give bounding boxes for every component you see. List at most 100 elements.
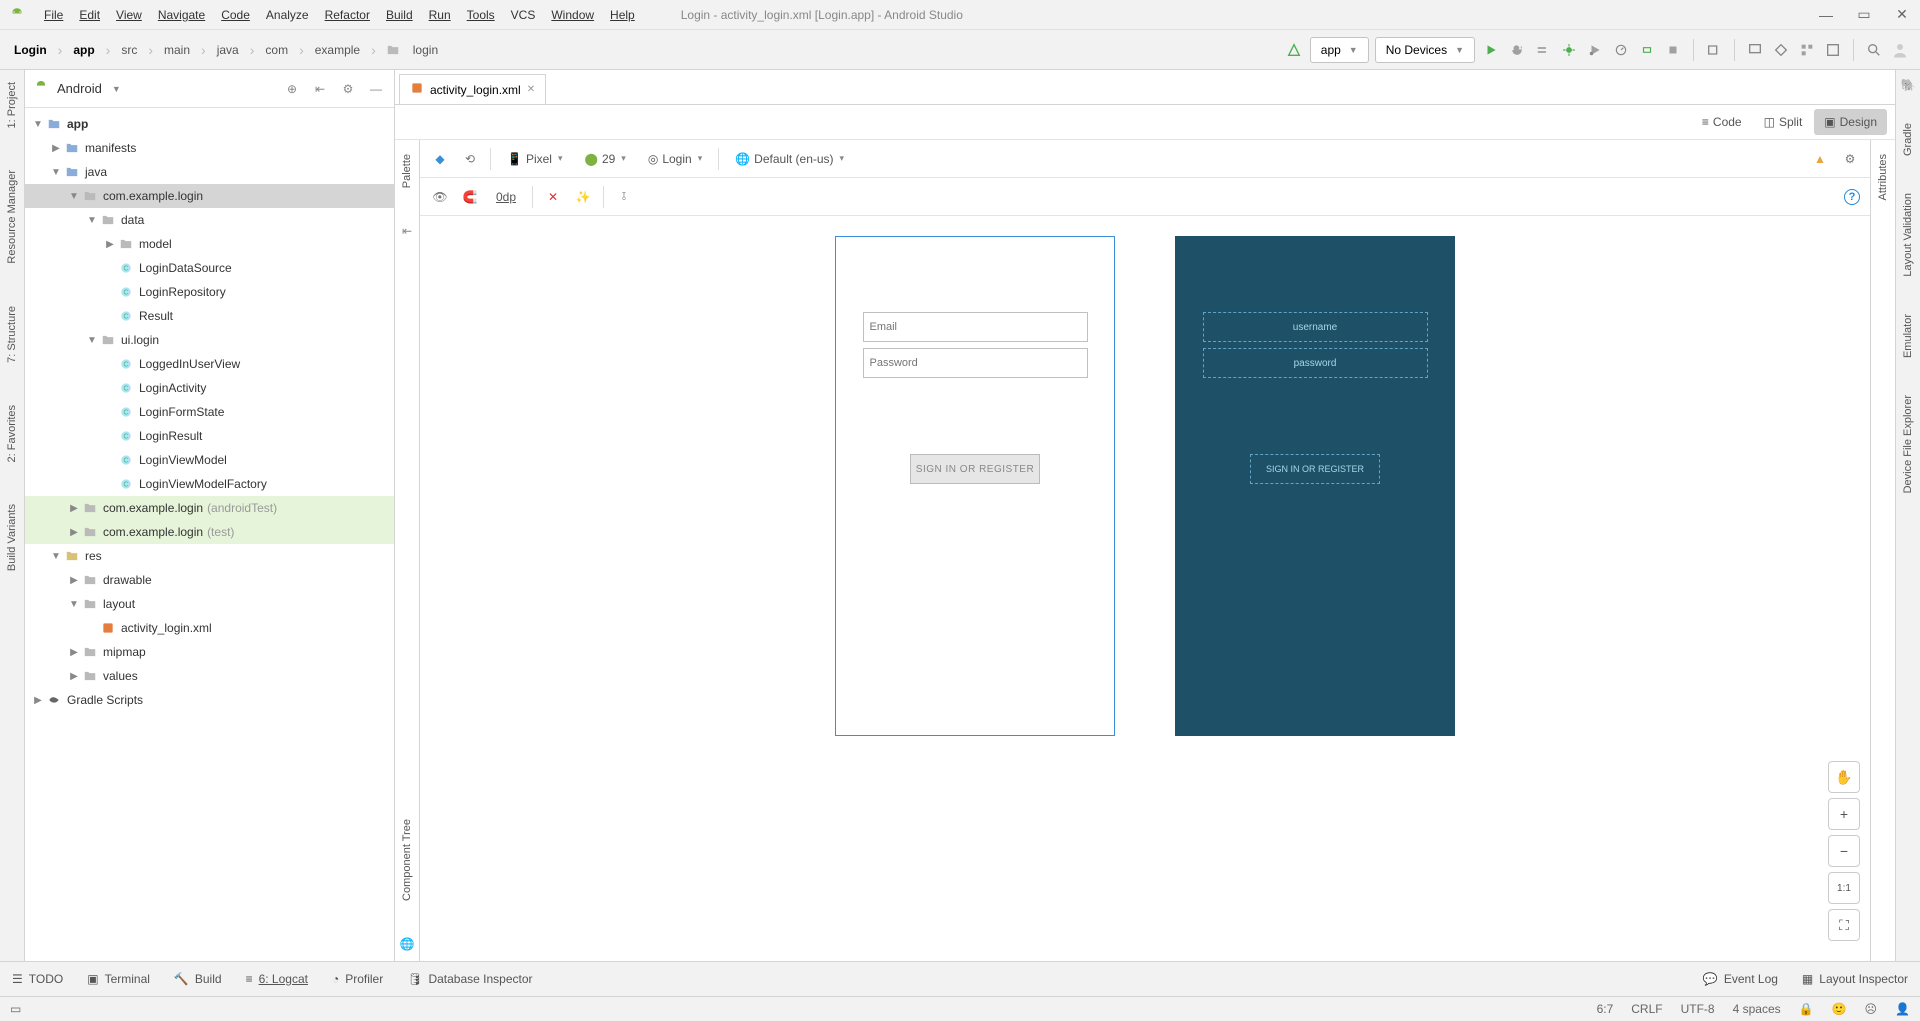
component-tree-tab[interactable]: Component Tree (401, 813, 413, 907)
tree-node-layout[interactable]: ▼layout (25, 592, 394, 616)
tool-database-inspector[interactable]: 🛢 Database Inspector (407, 972, 532, 986)
menu-run[interactable]: Run (423, 6, 457, 24)
coverage-icon[interactable] (1585, 40, 1605, 60)
tree-node-ui-login[interactable]: ▼ui.login (25, 328, 394, 352)
blueprint-username-field[interactable]: username (1203, 312, 1428, 342)
attributes-filter-icon[interactable]: ⚙ (1840, 149, 1860, 169)
tree-node-pkg-androidtest[interactable]: ▶com.example.login(androidTest) (25, 496, 394, 520)
tool-event-log[interactable]: 💬 Event Log (1703, 972, 1778, 986)
tree-node-loginformstate[interactable]: CLoginFormState (25, 400, 394, 424)
zoom-fit-button[interactable]: ⛶ (1828, 909, 1860, 941)
tool-favorites[interactable]: 2: Favorites (6, 399, 18, 468)
readonly-lock-icon[interactable]: 🔒 (1799, 1002, 1814, 1016)
tree-node-pkg-main[interactable]: ▼com.example.login (25, 184, 394, 208)
view-mode-code[interactable]: ≡Code (1692, 109, 1752, 135)
tree-node-app[interactable]: ▼app (25, 112, 394, 136)
zoom-in-button[interactable]: + (1828, 798, 1860, 830)
happy-face-icon[interactable]: 🙂 (1832, 1002, 1847, 1016)
menu-vcs[interactable]: VCS (505, 6, 542, 24)
run-configuration-dropdown[interactable]: app▼ (1310, 37, 1369, 63)
debug-icon[interactable] (1559, 40, 1579, 60)
indent-setting[interactable]: 4 spaces (1733, 1002, 1781, 1016)
project-tree[interactable]: ▼app ▶manifests ▼java ▼com.example.login… (25, 108, 394, 961)
api-dropdown[interactable]: ⬤ 29▾ (579, 150, 632, 168)
menu-window[interactable]: Window (545, 6, 600, 24)
layout-inspector-tb-icon[interactable] (1823, 40, 1843, 60)
apply-changes-icon[interactable] (1507, 40, 1527, 60)
tool-emulator[interactable]: Emulator (1902, 308, 1914, 364)
breadcrumb-example[interactable]: example (311, 41, 364, 59)
stop-icon[interactable] (1663, 40, 1683, 60)
file-encoding[interactable]: UTF-8 (1681, 1002, 1715, 1016)
tree-node-loginviewmodel[interactable]: CLoginViewModel (25, 448, 394, 472)
view-mode-design[interactable]: ▣Design (1814, 109, 1887, 135)
theme-dropdown[interactable]: ◎ Login▾ (642, 150, 708, 168)
blueprint-signin-button[interactable]: SIGN IN OR REGISTER (1250, 454, 1380, 484)
tree-node-loggedinuserview[interactable]: CLoggedInUserView (25, 352, 394, 376)
menu-refactor[interactable]: Refactor (319, 6, 376, 24)
magnet-icon[interactable]: 🧲 (460, 187, 480, 207)
tree-node-loginactivity[interactable]: CLoginActivity (25, 376, 394, 400)
breadcrumb-main[interactable]: main (160, 41, 194, 59)
tree-node-activity-login-xml[interactable]: activity_login.xml (25, 616, 394, 640)
tree-node-gradle-scripts[interactable]: ▶Gradle Scripts (25, 688, 394, 712)
tool-profiler[interactable]: ◔ Profiler (332, 972, 383, 986)
default-margin[interactable]: 0dp (490, 188, 522, 206)
password-field[interactable] (863, 348, 1088, 378)
menu-edit[interactable]: Edit (73, 6, 106, 24)
tool-structure[interactable]: 7: Structure (6, 300, 18, 369)
view-mode-split[interactable]: ◫Split (1754, 109, 1813, 135)
breadcrumb-root[interactable]: Login (10, 41, 51, 59)
breadcrumb-app[interactable]: app (69, 41, 98, 59)
maximize-button[interactable]: ▭ (1854, 6, 1874, 23)
minimize-button[interactable]: — (1816, 7, 1836, 23)
tree-node-java[interactable]: ▼java (25, 160, 394, 184)
collapse-icon[interactable]: ⇤ (310, 79, 330, 99)
zoom-out-button[interactable]: − (1828, 835, 1860, 867)
profile-icon[interactable] (1611, 40, 1631, 60)
avd-manager-icon[interactable] (1745, 40, 1765, 60)
tab-activity-login-xml[interactable]: activity_login.xml ✕ (399, 74, 546, 104)
attach-debugger-icon[interactable] (1637, 40, 1657, 60)
guidelines-icon[interactable]: ⫱ (614, 187, 634, 207)
device-selector-dropdown[interactable]: No Devices▼ (1375, 37, 1475, 63)
search-everywhere-icon[interactable] (1864, 40, 1884, 60)
blueprint-password-field[interactable]: password (1203, 348, 1428, 378)
gradle-elephant-icon[interactable]: 🐘 (1901, 78, 1916, 92)
design-canvas[interactable]: SIGN IN OR REGISTER username password SI… (420, 216, 1870, 961)
tree-node-pkg-test[interactable]: ▶com.example.login(test) (25, 520, 394, 544)
tool-layout-validation[interactable]: Layout Validation (1902, 187, 1914, 283)
menu-file[interactable]: File (38, 6, 69, 24)
orientation-icon[interactable]: ⟲ (460, 149, 480, 169)
hide-icon[interactable]: — (366, 79, 386, 99)
user-icon[interactable] (1890, 40, 1910, 60)
locate-icon[interactable]: ⊕ (282, 79, 302, 99)
cursor-position[interactable]: 6:7 (1597, 1002, 1614, 1016)
breadcrumb-java[interactable]: java (213, 41, 243, 59)
tree-node-manifests[interactable]: ▶manifests (25, 136, 394, 160)
signin-register-button[interactable]: SIGN IN OR REGISTER (910, 454, 1040, 484)
locale-dropdown[interactable]: 🌐 Default (en-us)▾ (729, 150, 850, 168)
tree-node-loginrepository[interactable]: CLoginRepository (25, 280, 394, 304)
breadcrumb-login[interactable]: login (409, 41, 442, 59)
tree-node-model[interactable]: ▶model (25, 232, 394, 256)
device-preview[interactable]: SIGN IN OR REGISTER (835, 236, 1115, 736)
close-button[interactable]: ✕ (1892, 6, 1912, 23)
email-field[interactable] (863, 312, 1088, 342)
tree-node-drawable[interactable]: ▶drawable (25, 568, 394, 592)
tree-node-res[interactable]: ▼res (25, 544, 394, 568)
tool-gradle[interactable]: Gradle (1902, 117, 1914, 162)
menu-code[interactable]: Code (215, 6, 256, 24)
tool-todo[interactable]: ☰ TODO (12, 972, 63, 986)
attributes-tab[interactable]: Attributes (1877, 148, 1889, 206)
project-view-selector[interactable]: Android (57, 81, 102, 96)
view-options-icon[interactable]: 👁 (430, 187, 450, 207)
sad-face-icon[interactable]: ☹ (1865, 1002, 1878, 1016)
tool-terminal[interactable]: ▣ Terminal (87, 972, 150, 986)
zoom-ratio-button[interactable]: 1:1 (1828, 872, 1860, 904)
blueprint-preview[interactable]: username password SIGN IN OR REGISTER (1175, 236, 1455, 736)
palette-collapse-icon[interactable]: ⇤ (402, 224, 412, 238)
pan-icon[interactable]: ✋ (1828, 761, 1860, 793)
tree-node-data[interactable]: ▼data (25, 208, 394, 232)
tool-build-variants[interactable]: Build Variants (6, 498, 18, 577)
